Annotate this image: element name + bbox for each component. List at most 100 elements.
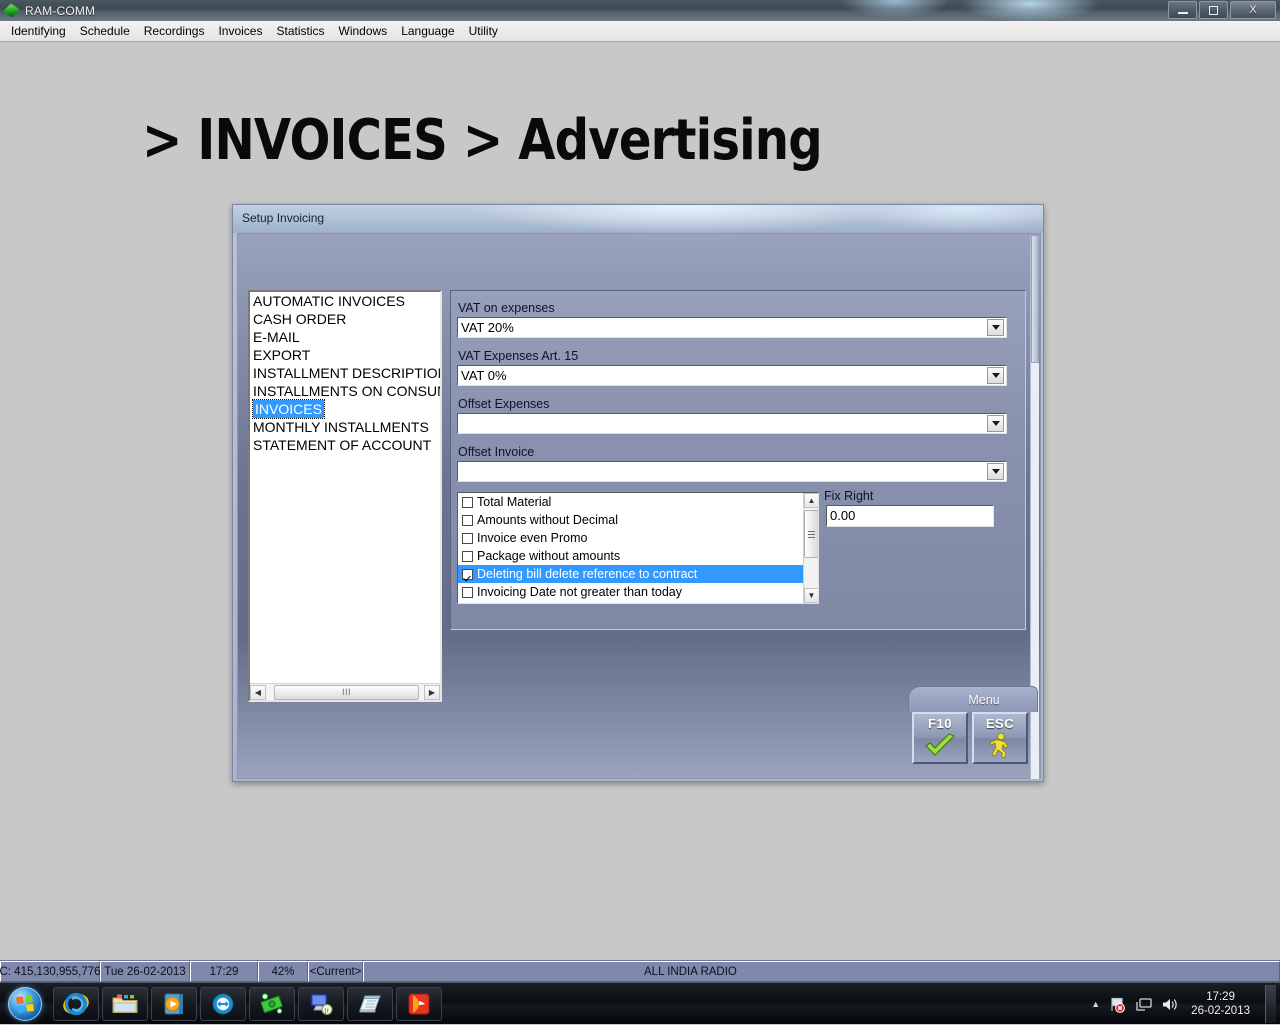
taskbar-clock[interactable]: 17:29 26-02-2013 [1191,990,1250,1018]
checkbox[interactable] [462,550,473,562]
action-center-flag-error-icon[interactable] [1109,996,1126,1013]
svg-text:Jr: Jr [324,1007,330,1014]
status-disk-space: C: 415,130,955,776 [0,961,101,982]
green-check-icon [925,733,955,756]
vat-expenses-art15-select[interactable]: VAT 0% [457,365,1007,386]
list-item-label: Amounts without Decimal [477,513,619,527]
list-item-selected[interactable]: Deleting bill delete reference to contra… [458,565,818,583]
list-item[interactable]: STATEMENT OF ACCOUNT [250,436,440,454]
minimize-button[interactable] [1168,1,1197,19]
dialog-titlebar: Setup Invoicing [233,205,1043,233]
category-listbox[interactable]: AUTOMATIC INVOICES CASH ORDER E-MAIL EXP… [248,290,442,702]
list-item-label: INVOICES [252,399,325,419]
show-hidden-icons-arrow[interactable]: ▲ [1091,999,1100,1009]
scrollbar-thumb[interactable] [804,510,818,558]
maximize-icon [1209,5,1218,15]
vat-expenses-art15-value: VAT 0% [461,368,507,383]
checkbox-checked[interactable] [462,568,473,580]
list-item[interactable]: EXPORT [250,346,440,364]
offset-invoice-select[interactable] [457,461,1007,482]
list-item-label: Invoice even Promo [477,531,588,545]
checkbox[interactable] [462,514,473,526]
windows-explorer-folder-icon[interactable] [102,986,148,1021]
checkbox[interactable] [462,586,473,598]
menu-item-recordings[interactable]: Recordings [137,22,212,40]
scrollbar-thumb[interactable]: III [274,684,419,700]
list-item-label: Package without amounts [477,549,621,563]
menu-item-identifying[interactable]: Identifying [4,22,73,40]
quick-launch-bar: Jr [53,986,442,1021]
media-player-icon[interactable] [151,986,197,1021]
app-gem-icon [3,2,20,19]
category-list-items: AUTOMATIC INVOICES CASH ORDER E-MAIL EXP… [250,292,440,682]
money-cash-icon[interactable] [249,986,295,1021]
offset-expenses-label: Offset Expenses [458,397,550,411]
menu-item-windows[interactable]: Windows [332,22,395,40]
confirm-button-key: F10 [928,716,952,731]
invoice-options-listbox[interactable]: Total Material Amounts without Decimal I… [457,492,819,604]
list-item[interactable]: Amounts without Decimal [458,511,818,529]
remote-desktop-jr-icon[interactable]: Jr [298,986,344,1021]
list-item[interactable]: CASH ORDER [250,310,440,328]
network-icon[interactable] [1135,996,1152,1013]
internet-explorer-icon[interactable] [53,986,99,1021]
list-item[interactable]: Invoice even Promo [458,529,818,547]
page-title: > INVOICES > Advertising [142,108,823,173]
menu-item-utility[interactable]: Utility [462,22,505,40]
options-vertical-scrollbar[interactable]: ▲ ▼ [803,493,818,603]
show-desktop-button[interactable] [1265,985,1276,1023]
confirm-button[interactable]: F10 [912,712,968,764]
list-item[interactable]: INSTALLMENTS ON CONSUM [250,382,440,400]
start-button[interactable] [3,986,47,1022]
checkbox[interactable] [462,532,473,544]
list-item-label: Deleting bill delete reference to contra… [477,567,698,581]
list-item[interactable]: Package without amounts [458,547,818,565]
vat-on-expenses-select[interactable]: VAT 20% [457,317,1007,338]
list-item[interactable]: MONTHLY INSTALLMENTS [250,418,440,436]
scrollbar-grip-icon [808,529,815,540]
status-zoom-level: 42% [258,961,308,982]
chevron-down-icon[interactable] [987,367,1004,384]
fix-right-input[interactable]: 0.00 [826,505,994,527]
scroll-up-arrow-icon[interactable]: ▲ [804,493,818,508]
minimize-icon [1177,12,1188,14]
scroll-right-arrow-icon[interactable]: ▶ [424,684,440,700]
teamviewer-icon[interactable] [200,986,246,1021]
system-tray: ▲ 17:29 26-02-2013 [1091,983,1280,1025]
chevron-down-icon[interactable] [987,319,1004,336]
list-item[interactable]: E-MAIL [250,328,440,346]
menu-item-language[interactable]: Language [394,22,461,40]
list-item[interactable]: INSTALLMENT DESCRIPTION [250,364,440,382]
maximize-button[interactable] [1199,1,1228,19]
category-horizontal-scrollbar[interactable]: ◀ III ▶ [250,683,440,700]
fix-right-label: Fix Right [824,489,874,503]
red-face-app-icon[interactable] [396,986,442,1021]
scrollbar-track[interactable]: III [266,684,424,700]
clock-time: 17:29 [1206,991,1235,1003]
checkbox[interactable] [462,496,473,508]
status-user: <Current> [308,961,363,982]
list-item[interactable]: AUTOMATIC INVOICES [250,292,440,310]
scroll-down-arrow-icon[interactable]: ▼ [804,588,818,603]
close-button[interactable]: X [1230,1,1276,19]
list-item[interactable]: Invoicing Date not greater than today [458,583,818,601]
status-time: 17:29 [190,961,258,982]
exit-button[interactable]: ESC [972,712,1028,764]
window-controls: X [1168,1,1276,19]
dialog-scrollbar-thumb[interactable] [1031,235,1039,363]
list-item-selected[interactable]: INVOICES [250,399,440,419]
chevron-down-icon[interactable] [987,463,1004,480]
menu-tab[interactable]: Menu [908,686,1038,712]
menu-item-statistics[interactable]: Statistics [269,22,331,40]
menu-item-schedule[interactable]: Schedule [73,22,137,40]
list-item-label: Total Material [477,495,552,509]
notepad-icon[interactable] [347,986,393,1021]
volume-speaker-icon[interactable] [1161,996,1178,1013]
list-item[interactable]: Total Material [458,493,818,511]
chevron-down-icon[interactable] [987,415,1004,432]
clock-date: 26-02-2013 [1191,1005,1250,1017]
offset-expenses-select[interactable] [457,413,1007,434]
scroll-left-arrow-icon[interactable]: ◀ [250,684,266,700]
menu-tab-label: Menu [968,692,1000,707]
menu-item-invoices[interactable]: Invoices [211,22,269,40]
